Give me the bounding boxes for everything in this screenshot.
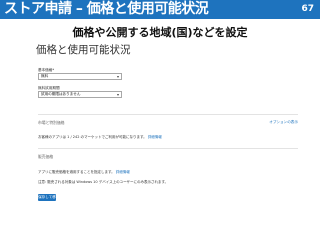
slide-title: ストア申請 – 価格と使用可能状況 (4, 1, 209, 17)
slide-subtitle: 価格や公開する地域(国)などを設定 (72, 26, 248, 39)
sale-section-title: 販売価格 (38, 154, 54, 159)
sale-description-text: アプリに販売価格を適用することを指定します。 (38, 170, 115, 174)
markets-divider (38, 114, 298, 115)
markets-section-title: 市場と特別価格 (38, 120, 65, 125)
page-number: 67 (301, 4, 314, 14)
sale-divider (38, 148, 298, 149)
trial-value: 試用の期限はありません (41, 92, 81, 96)
sale-details-link[interactable]: 詳細情報 (116, 170, 130, 174)
store-pricing-screenshot: 価格と使用可能状況 基本価格* 無料 ▾ 無料試用期間 試用の期限はありません … (36, 44, 300, 236)
show-options-link[interactable]: オプションの表示 (269, 120, 298, 125)
save-button[interactable]: 保存して移動 (38, 194, 60, 201)
sale-description: アプリに販売価格を適用することを指定します。 詳細情報 (38, 170, 130, 175)
base-price-label: 基本価格* (38, 68, 55, 72)
trial-select[interactable]: 試用の期限はありません ▾ (38, 91, 122, 98)
title-bar: ストア申請 – 価格と使用可能状況 67 (0, 0, 320, 19)
page-title: 価格と使用可能状況 (36, 44, 131, 56)
sale-note: 注意: 販売される対象は Windows 10 デバイス上のユーザーにのみ表示さ… (38, 180, 169, 184)
markets-description-text: お客様のアプリは 1 / 242 のマーケットでご利用が可能になります。 (38, 135, 147, 139)
chevron-down-icon: ▾ (116, 74, 119, 79)
slide: ストア申請 – 価格と使用可能状況 67 価格や公開する地域(国)などを設定 価… (0, 0, 320, 240)
markets-details-link[interactable]: 詳細情報 (148, 135, 162, 139)
trial-label: 無料試用期間 (38, 86, 60, 90)
markets-description: お客様のアプリは 1 / 242 のマーケットでご利用が可能になります。 詳細情… (38, 135, 162, 140)
base-price-select[interactable]: 無料 ▾ (38, 73, 122, 80)
chevron-down-icon: ▾ (116, 92, 119, 97)
save-button-label: 保存して移動 (38, 195, 60, 199)
base-price-value: 無料 (41, 74, 49, 78)
